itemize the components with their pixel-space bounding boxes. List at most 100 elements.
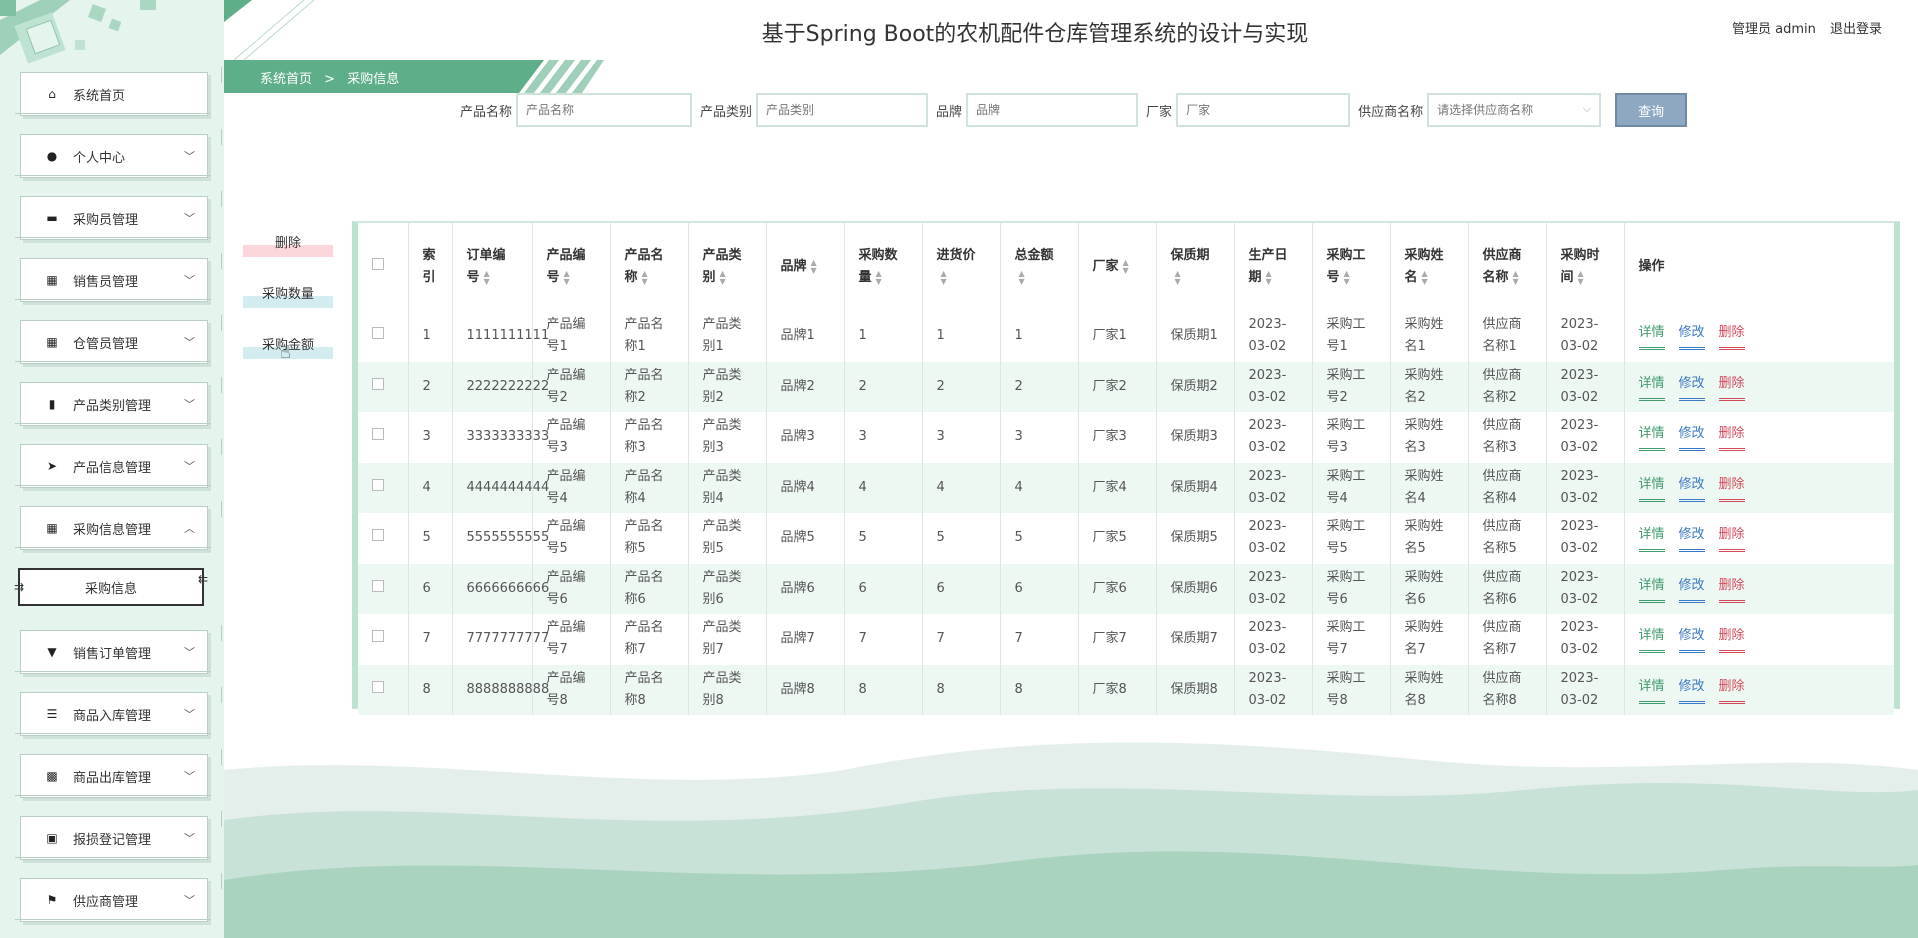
sort-icon[interactable]: ▲ ▼ [484, 269, 490, 286]
edit-link[interactable]: 修改 [1678, 322, 1705, 351]
column-header-6[interactable]: 采购数量 ▲ ▼ [844, 223, 923, 311]
query-button[interactable]: 查询 [1615, 93, 1688, 127]
column-header-9[interactable]: 厂家 ▲ ▼ [1078, 223, 1157, 311]
edit-link[interactable]: 修改 [1678, 625, 1705, 654]
column-header-7[interactable]: 进货价▲ ▼ [922, 223, 1001, 311]
edit-link[interactable]: 修改 [1678, 474, 1705, 502]
cell-qty: 1 [844, 311, 923, 362]
sidebar-item-10[interactable]: ☰ 商品入库管理 ﹀ [15, 687, 222, 736]
sort-icon[interactable]: ▲ ▼ [642, 269, 648, 286]
row-checkbox[interactable] [372, 579, 384, 592]
detail-link[interactable]: 详情 [1638, 625, 1665, 654]
sort-icon[interactable]: ▲ ▼ [720, 269, 726, 286]
column-header-14[interactable]: 供应商名称 ▲ ▼ [1468, 223, 1547, 311]
cell-maker: 厂家3 [1078, 412, 1157, 463]
table-row: 2 2222222222 产品编号2 产品名称2 产品类别2 品牌2 2 2 2 厂家2 保质期2 2… [358, 361, 1894, 412]
delete-batch-button[interactable]: 删除 [243, 225, 333, 257]
delete-link[interactable]: 删除 [1718, 474, 1745, 502]
sidebar-item-2[interactable]: ● 个人中心 ﹀ [15, 129, 222, 178]
column-header-13[interactable]: 采购姓名 ▲ ▼ [1390, 223, 1469, 311]
row-checkbox[interactable] [372, 529, 384, 542]
sidebar-item-3[interactable]: ▬ 采购员管理 ﹀ [15, 191, 222, 240]
delete-link[interactable]: 删除 [1718, 322, 1745, 351]
product-type-input[interactable] [756, 93, 929, 127]
sort-icon[interactable]: ▲ ▼ [1513, 269, 1519, 286]
sidebar-item-12[interactable]: ▣ 报损登记管理 ﹀ [15, 811, 222, 860]
chevron-down-icon: ﹀ [184, 274, 195, 287]
column-header-12[interactable]: 采购工号 ▲ ▼ [1312, 223, 1391, 311]
delete-link[interactable]: 删除 [1718, 676, 1745, 704]
cell-maker: 厂家4 [1078, 462, 1157, 513]
detail-link[interactable]: 详情 [1638, 524, 1665, 553]
column-header-8[interactable]: 总金额▲ ▼ [1000, 223, 1079, 311]
edit-link[interactable]: 修改 [1678, 575, 1705, 603]
sidebar-item-1[interactable]: ⌂ 系统首页 [15, 67, 222, 116]
cell-actions: 详情 修改 删除 [1624, 361, 1894, 412]
row-checkbox[interactable] [372, 478, 384, 491]
supplier-select-input[interactable] [1427, 93, 1602, 127]
sort-icon[interactable]: ▲ ▼ [1344, 269, 1350, 286]
column-header-4[interactable]: 产品类别 ▲ ▼ [688, 223, 767, 311]
row-checkbox[interactable] [372, 630, 384, 643]
delete-link[interactable]: 删除 [1718, 575, 1745, 603]
row-checkbox[interactable] [372, 377, 384, 390]
edit-link[interactable]: 修改 [1678, 423, 1705, 452]
submenu-item-purchase-info[interactable]: ⇉ 采购信息 ⇇ [14, 568, 208, 606]
row-checkbox[interactable] [372, 428, 384, 441]
column-header-10[interactable]: 保质期▲ ▼ [1156, 223, 1235, 311]
sidebar-item-11[interactable]: ▩ 商品出库管理 ﹀ [15, 749, 222, 798]
detail-link[interactable]: 详情 [1638, 322, 1665, 351]
bar-chart-icon: ▮ [48, 397, 56, 411]
maker-input[interactable] [1176, 93, 1351, 127]
sidebar-item-6[interactable]: ▮ 产品类别管理 ﹀ [15, 377, 222, 426]
sort-icon[interactable]: ▲ ▼ [876, 269, 882, 286]
breadcrumb-home[interactable]: 系统首页 [260, 72, 312, 87]
sidebar-item-9[interactable]: ▼ 销售订单管理 ﹀ [15, 625, 222, 674]
admin-label[interactable]: 管理员 admin [1732, 22, 1816, 37]
detail-link[interactable]: 详情 [1638, 373, 1665, 401]
row-checkbox[interactable] [372, 327, 384, 340]
sort-icon[interactable]: ▲ ▼ [1123, 258, 1129, 275]
sidebar-item-5[interactable]: ▦ 仓管员管理 ﹀ [15, 315, 222, 364]
detail-link[interactable]: 详情 [1638, 423, 1665, 452]
column-header-2[interactable]: 产品编号 ▲ ▼ [532, 223, 611, 311]
sort-icon[interactable]: ▲ ▼ [1019, 269, 1025, 286]
row-select-cell [358, 664, 409, 715]
sort-icon[interactable]: ▲ ▼ [1266, 269, 1272, 286]
search-field-brand: 品牌 [936, 93, 1139, 127]
sidebar-item-7[interactable]: ➤ 产品信息管理 ﹀ [15, 439, 222, 488]
sort-icon[interactable]: ▲ ▼ [811, 258, 817, 275]
sidebar-item-13[interactable]: ⚑ 供应商管理 ﹀ [15, 873, 222, 922]
cell-wno: 采购工号3 [1312, 412, 1391, 463]
brand-input[interactable] [966, 93, 1139, 127]
sort-icon[interactable]: ▲ ▼ [564, 269, 570, 286]
delete-link[interactable]: 删除 [1718, 524, 1745, 553]
sidebar-item-8[interactable]: ▦ 采购信息管理 ︿ [15, 501, 222, 550]
sort-icon[interactable]: ▲ ▼ [1422, 269, 1428, 286]
product-name-input[interactable] [516, 93, 693, 127]
sort-icon[interactable]: ▲ ▼ [941, 269, 947, 286]
supplier-select[interactable]: ⌵ [1427, 93, 1602, 127]
detail-link[interactable]: 详情 [1638, 676, 1665, 704]
edit-link[interactable]: 修改 [1678, 524, 1705, 553]
column-header-3[interactable]: 产品名称 ▲ ▼ [610, 223, 689, 311]
select-all-checkbox[interactable] [372, 258, 384, 270]
row-checkbox[interactable] [372, 680, 384, 693]
purchase-quantity-button[interactable]: 采购数量 [243, 276, 333, 308]
edit-link[interactable]: 修改 [1678, 373, 1705, 401]
logout-link[interactable]: 退出登录 [1830, 22, 1882, 37]
cell-brand: 品牌3 [766, 412, 845, 463]
detail-link[interactable]: 详情 [1638, 575, 1665, 603]
edit-link[interactable]: 修改 [1678, 676, 1705, 704]
column-header-5[interactable]: 品牌 ▲ ▼ [766, 223, 845, 311]
column-header-11[interactable]: 生产日期 ▲ ▼ [1234, 223, 1313, 311]
column-header-1[interactable]: 订单编号 ▲ ▼ [452, 223, 533, 311]
sort-icon[interactable]: ▲ ▼ [1175, 269, 1181, 286]
column-header-15[interactable]: 采购时间 ▲ ▼ [1546, 223, 1625, 311]
delete-link[interactable]: 删除 [1718, 423, 1745, 452]
delete-link[interactable]: 删除 [1718, 373, 1745, 401]
sort-icon[interactable]: ▲ ▼ [1578, 269, 1584, 286]
sidebar-item-4[interactable]: ▦ 销售员管理 ﹀ [15, 253, 222, 302]
detail-link[interactable]: 详情 [1638, 474, 1665, 502]
delete-link[interactable]: 删除 [1718, 625, 1745, 654]
